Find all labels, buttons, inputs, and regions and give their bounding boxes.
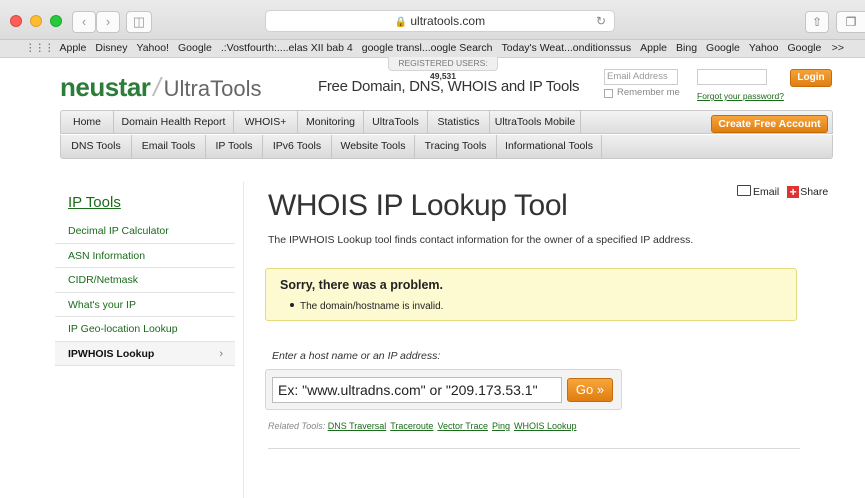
bookmark-item[interactable]: Bing <box>676 40 697 57</box>
url-text: ultratools.com <box>410 14 486 28</box>
nav-item-ipv6-tools[interactable]: IPv6 Tools <box>263 135 332 158</box>
sidebar-item-decimal-ip-calculator[interactable]: Decimal IP Calculator <box>55 219 235 244</box>
nav-item-domain-health-report[interactable]: Domain Health Report <box>114 111 234 134</box>
sidebar-item-cidr-netmask[interactable]: CIDR/Netmask <box>55 268 235 293</box>
mail-icon <box>737 185 751 196</box>
error-list-item: The domain/hostname is invalid. <box>290 301 443 312</box>
top-sites-grid-icon[interactable]: ⋮⋮⋮ <box>25 40 54 57</box>
sidebar-item-label: ASN Information <box>68 249 146 262</box>
login-button[interactable]: Login <box>790 69 832 87</box>
share-sheet-icon[interactable]: ⇧ <box>805 11 829 33</box>
share-link[interactable]: + Share <box>782 186 828 198</box>
password-field[interactable] <box>697 69 767 85</box>
registered-users-badge: REGISTERED USERS: 49,531 <box>388 57 498 81</box>
sidebar-item-asn-information[interactable]: ASN Information <box>55 244 235 268</box>
bookmark-item[interactable]: google transl...oogle Search <box>362 40 493 57</box>
tool-description: The IPWHOIS Lookup tool finds contact in… <box>268 234 694 246</box>
nav-item-statistics[interactable]: Statistics <box>428 111 490 134</box>
content-divider <box>268 448 800 449</box>
sidebar-divider <box>243 182 244 498</box>
go-button[interactable]: Go » <box>567 378 613 402</box>
bookmark-item[interactable]: Yahoo! <box>136 40 169 57</box>
bookmarks-overflow-button[interactable]: >> <box>832 40 844 57</box>
page-title: WHOIS IP Lookup Tool <box>268 189 568 222</box>
chevron-right-icon: › <box>219 347 223 360</box>
bookmark-item[interactable]: Google <box>178 40 212 57</box>
host-input[interactable] <box>272 377 562 403</box>
nav-item-tracing-tools[interactable]: Tracing Tools <box>415 135 497 158</box>
bookmark-item[interactable]: Google <box>706 40 740 57</box>
remember-me-checkbox[interactable] <box>604 89 613 98</box>
bookmarks-bar: ⋮⋮⋮ Apple Disney Yahoo! Google .:Vostfourth:.… <box>0 40 865 58</box>
related-link-dns-traversal[interactable]: DNS Traversal <box>328 421 387 431</box>
related-tools-label: Related Tools: <box>268 421 326 431</box>
nav-item-website-tools[interactable]: Website Tools <box>332 135 415 158</box>
close-window-button[interactable] <box>10 15 22 27</box>
sidebar-item-label: CIDR/Netmask <box>68 274 139 286</box>
sidebar: IP Tools Decimal IP Calculator ASN Infor… <box>55 190 235 366</box>
forward-icon[interactable]: › <box>96 11 120 33</box>
tabs-overview-icon[interactable]: ❐ <box>836 11 865 33</box>
site-tagline: Free Domain, DNS, WHOIS and IP Tools <box>318 78 580 95</box>
back-icon[interactable]: ‹ <box>72 11 96 33</box>
plus-icon: + <box>787 186 800 198</box>
sidebar-item-label: Decimal IP Calculator <box>68 225 169 237</box>
logo-brand: neustar <box>60 72 151 102</box>
sidebar-item-label: IP Geo-location Lookup <box>68 323 178 335</box>
email-share-label: Email <box>753 186 780 198</box>
bookmark-item[interactable]: .:Vostfourth:....elas XII bab 4 <box>221 40 353 57</box>
bookmark-item[interactable]: Today's Weat...onditionssus <box>502 40 632 57</box>
bookmark-item[interactable]: Google <box>787 40 821 57</box>
nav-item-email-tools[interactable]: Email Tools <box>132 135 206 158</box>
minimize-window-button[interactable] <box>30 15 42 27</box>
sidebar-item-whats-your-ip[interactable]: What's your IP <box>55 293 235 317</box>
forgot-password-link[interactable]: Forgot your password? <box>697 91 784 101</box>
create-free-account-button[interactable]: Create Free Account <box>711 115 828 133</box>
nav-item-ultratools[interactable]: UltraTools <box>364 111 428 134</box>
address-bar[interactable]: 🔒 ultratools.com ↻ <box>265 10 615 32</box>
nav-item-monitoring[interactable]: Monitoring <box>298 111 364 134</box>
logo-separator: / <box>153 72 161 102</box>
logo-product: UltraTools <box>163 76 262 101</box>
bookmark-item[interactable]: Disney <box>95 40 127 57</box>
error-item-text: The domain/hostname is invalid. <box>300 301 444 312</box>
nav-item-informational-tools[interactable]: Informational Tools <box>497 135 602 158</box>
sidebar-toggle-icon[interactable]: ◫ <box>126 11 152 33</box>
browser-toolbar: ‹ › ◫ 🔒 ultratools.com ↻ ⇧ ❐ <box>0 0 865 40</box>
bookmark-item[interactable]: Apple <box>60 40 87 57</box>
neustar-ultratools-logo[interactable]: neustar / UltraTools <box>60 72 261 104</box>
secondary-nav: DNS Tools Email Tools IP Tools IPv6 Tool… <box>60 135 833 159</box>
registered-label: REGISTERED USERS: <box>398 58 488 68</box>
zoom-window-button[interactable] <box>50 15 62 27</box>
remember-me-label: Remember me <box>617 87 680 98</box>
bullet-icon <box>290 303 294 307</box>
lookup-form: Go » <box>265 369 622 410</box>
related-link-vector-trace[interactable]: Vector Trace <box>437 421 488 431</box>
error-title: Sorry, there was a problem. <box>280 278 444 292</box>
nav-item-ultratools-mobile[interactable]: UltraTools Mobile <box>490 111 581 134</box>
error-message-box: Sorry, there was a problem. The domain/h… <box>265 268 797 321</box>
share-label: Share <box>800 186 829 198</box>
related-link-traceroute[interactable]: Traceroute <box>390 421 433 431</box>
share-tools: Email + Share <box>737 185 828 198</box>
bookmark-item[interactable]: Yahoo <box>749 40 779 57</box>
related-tools: Related Tools: DNS Traversal Traceroute Ve… <box>268 421 581 431</box>
sidebar-item-label: IPWHOIS Lookup <box>68 347 155 360</box>
reload-icon[interactable]: ↻ <box>596 11 606 31</box>
nav-item-home[interactable]: Home <box>61 111 114 134</box>
lock-icon: 🔒 <box>394 17 408 28</box>
email-share-link[interactable]: Email <box>737 185 780 198</box>
nav-item-dns-tools[interactable]: DNS Tools <box>61 135 132 158</box>
nav-item-whois-plus[interactable]: WHOIS+ <box>234 111 298 134</box>
sidebar-title-ip-tools[interactable]: IP Tools <box>55 190 235 219</box>
host-input-label: Enter a host name or an IP address: <box>272 350 441 362</box>
email-field[interactable]: Email Address <box>604 69 678 85</box>
bookmark-item[interactable]: Apple <box>640 40 667 57</box>
related-link-ping[interactable]: Ping <box>492 421 510 431</box>
related-link-whois-lookup[interactable]: WHOIS Lookup <box>514 421 577 431</box>
nav-item-ip-tools[interactable]: IP Tools <box>206 135 263 158</box>
sidebar-item-label: What's your IP <box>68 298 136 311</box>
sidebar-item-ip-geo-location-lookup[interactable]: IP Geo-location Lookup <box>55 317 235 342</box>
sidebar-item-ipwhois-lookup[interactable]: IPWHOIS Lookup › <box>55 341 235 366</box>
